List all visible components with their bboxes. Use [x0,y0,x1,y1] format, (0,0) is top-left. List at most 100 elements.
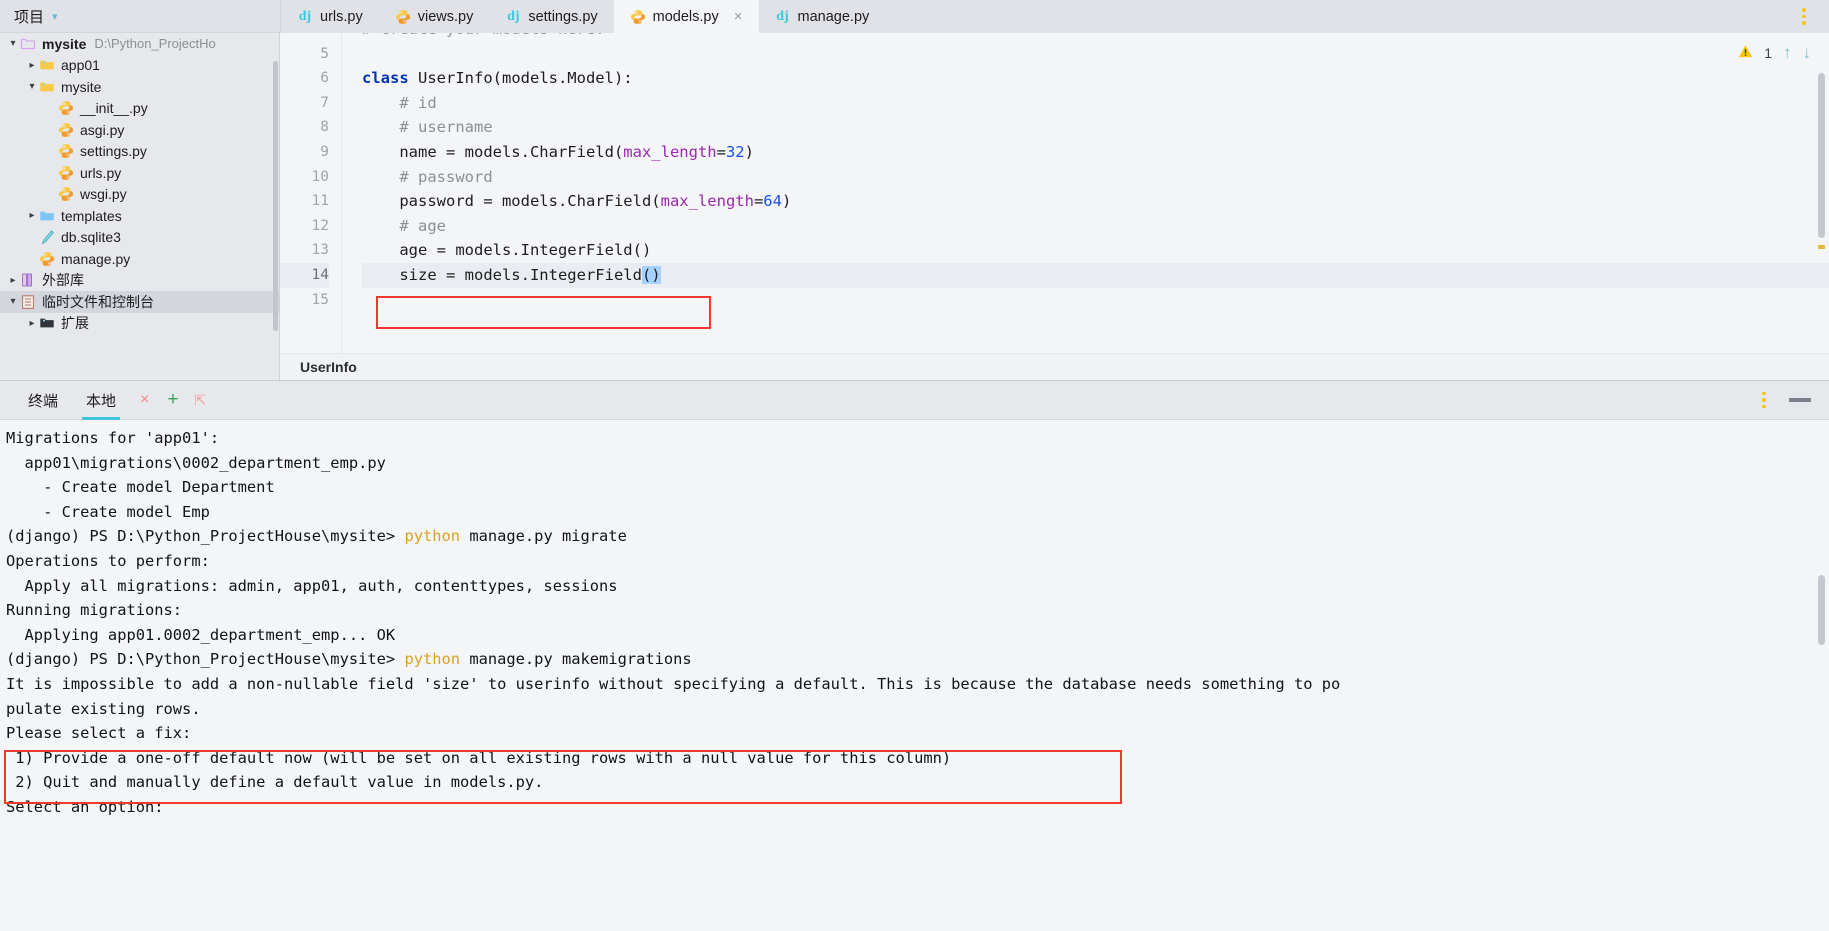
terminal-output-line: app01\migrations\0002_department_emp.py [6,453,386,472]
chevron-right-icon[interactable]: ▸ [25,232,39,243]
tree-item-wsgi.py[interactable]: ▸ wsgi.py [0,184,279,206]
minimize-icon[interactable] [1789,398,1811,402]
chevron-right-icon[interactable]: ▸ [25,60,39,71]
sqlite-icon [39,229,55,245]
python-icon [58,165,74,181]
chevron-right-icon[interactable]: ▸ [44,189,58,200]
chevron-right-icon[interactable]: ▸ [6,275,20,286]
breadcrumb[interactable]: UserInfo [280,353,1829,380]
code-line[interactable] [362,288,1829,313]
tree-item-label: urls.py [80,164,122,181]
chevron-down-icon[interactable]: ▾ [25,81,39,92]
add-terminal-icon[interactable]: + [159,389,186,411]
editor-tab-views-py[interactable]: views.py [379,0,490,33]
tree-item-mysite[interactable]: ▾ mysite [0,76,279,98]
arrow-down-icon[interactable]: ↓ [1803,43,1812,63]
python-icon [395,9,411,25]
chevron-right-icon[interactable]: ▸ [44,167,58,178]
terminal-tab-terminal-label: 终端 [28,392,59,410]
chevron-right-icon[interactable]: ▸ [25,253,39,264]
terminal-panel: 终端 本地 × + ⇱ Migrations for 'app01': app0… [0,380,1829,931]
chevron-down-icon[interactable]: ▾ [6,38,20,49]
more-options-icon[interactable] [1749,391,1779,409]
terminal-output-line: 1) Provide a one-off default now (will b… [6,748,952,767]
django-icon: dj [298,8,312,24]
project-tree[interactable]: ▾mysiteD:\Python_ProjectHo▸app01▾mysite▸… [0,33,280,380]
more-options-icon[interactable] [1789,0,1819,33]
tree-item-label: settings.py [80,143,147,160]
tree-item-asgi.py[interactable]: ▸ asgi.py [0,119,279,141]
code-line[interactable]: # Create your models here. [362,33,1829,42]
terminal-output-line: Apply all migrations: admin, app01, auth… [6,576,618,595]
tree-item-label: manage.py [61,250,131,267]
chevron-down-icon[interactable]: ▾ [52,10,58,23]
tree-item-label: mysite [42,35,87,52]
chevron-right-icon[interactable]: ▸ [44,124,58,135]
code-line[interactable]: class UserInfo(models.Model): [362,66,1829,91]
editor-tab-urls-py[interactable]: dj urls.py [281,0,379,33]
scratches-icon [20,294,36,310]
code-line[interactable]: # username [362,115,1829,140]
code-line[interactable]: age = models.IntegerField() [362,238,1829,263]
project-panel-title: 项目 [14,8,45,26]
code-line[interactable]: # password [362,165,1829,190]
code-line[interactable]: # age [362,214,1829,239]
editor-tab-settings-py[interactable]: dj settings.py [489,0,613,33]
terminal-tab-local[interactable]: 本地 [72,381,130,420]
editor-scrollbar[interactable] [1818,73,1825,238]
editor-tab-manage-py[interactable]: dj manage.py [759,0,886,33]
warning-triangle-icon[interactable] [1738,44,1753,62]
line-number: 5 [320,45,329,62]
terminal-output[interactable]: Migrations for 'app01': app01\migrations… [0,420,1829,931]
close-icon[interactable]: × [130,391,159,409]
code-editor-body[interactable]: 1 ↑ ↓ 4 5 6 7 8 9 10 11 12 13 14 15 # Create your m… [280,33,1829,353]
tree-item-mysite[interactable]: ▾ mysite D:\Python_ProjectHo [0,33,279,55]
tree-item-临时文件和控制台[interactable]: ▾ 临时文件和控制台 [0,291,279,313]
tree-item-urls.py[interactable]: ▸ urls.py [0,162,279,184]
project-panel-header[interactable]: 项目 ▾ [0,0,280,33]
tree-item-db.sqlite3[interactable]: ▸ db.sqlite3 [0,227,279,249]
tree-item-扩展[interactable]: ▸ 扩展 [0,313,279,335]
expand-icon[interactable]: ⇱ [186,392,214,409]
terminal-scrollbar[interactable] [1818,575,1825,645]
editor-tab-models-py[interactable]: models.py × [613,0,759,33]
tree-item-外部库[interactable]: ▸ 外部库 [0,270,279,292]
chevron-right-icon[interactable]: ▸ [44,146,58,157]
middle-row: ▾mysiteD:\Python_ProjectHo▸app01▾mysite▸… [0,33,1829,380]
terminal-tab-terminal[interactable]: 终端 [14,381,72,420]
code-line[interactable]: # id [362,91,1829,116]
code-editor: 1 ↑ ↓ 4 5 6 7 8 9 10 11 12 13 14 15 # Create your m… [280,33,1829,380]
editor-warning-marker[interactable] [1818,245,1825,249]
editor-tab-bar: dj urls.py views.py dj settings.py models.py ×… [280,0,1829,33]
chevron-right-icon[interactable]: ▸ [44,103,58,114]
python-icon [58,143,74,159]
code-line[interactable]: size = models.IntegerField() [362,262,1829,288]
line-number: 10 [311,168,329,185]
code-line[interactable] [362,42,1829,67]
tree-item-app01[interactable]: ▸ app01 [0,55,279,77]
chevron-right-icon[interactable]: ▸ [25,318,39,329]
tree-item-manage.py[interactable]: ▸ manage.py [0,248,279,270]
close-icon[interactable]: × [734,8,743,25]
chevron-right-icon[interactable]: ▸ [25,210,39,221]
python-icon [58,100,74,116]
code-line[interactable]: password = models.CharField(max_length=6… [362,189,1829,214]
inspection-widget: 1 ↑ ↓ [1738,43,1811,63]
tab-bar-spacer [885,0,1789,33]
editor-tab-label: manage.py [797,8,870,25]
tree-item-__init__.py[interactable]: ▸ __init__.py [0,98,279,120]
code-line[interactable]: name = models.CharField(max_length=32) [362,140,1829,165]
tree-item-label: asgi.py [80,121,125,138]
tree-item-templates[interactable]: ▸ templates [0,205,279,227]
python-icon [58,122,74,138]
code-lines[interactable]: # Create your models here. class UserInf… [342,33,1829,353]
project-tree-scrollbar[interactable] [273,61,278,331]
tree-item-settings.py[interactable]: ▸ settings.py [0,141,279,163]
editor-tab-label: models.py [652,8,719,25]
line-number: 8 [320,119,329,136]
terminal-output-line: pulate existing rows. [6,699,201,718]
chevron-down-icon[interactable]: ▾ [6,296,20,307]
terminal-output-line: - Create model Department [6,478,275,497]
terminal-command-line: (django) PS D:\Python_ProjectHouse\mysit… [6,527,627,546]
arrow-up-icon[interactable]: ↑ [1783,43,1792,63]
